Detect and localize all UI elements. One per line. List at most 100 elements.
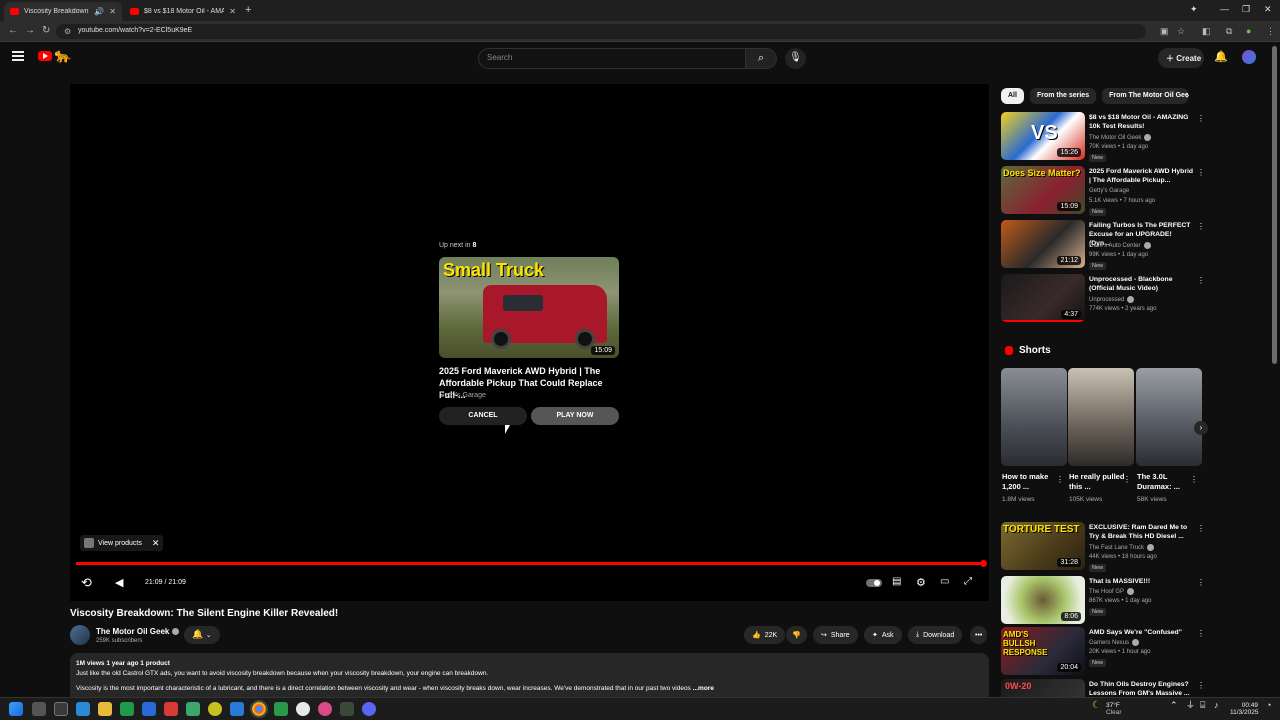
short-thumbnail[interactable] (1001, 368, 1067, 466)
notifications-bell-icon[interactable]: 🔔 (1214, 50, 1228, 63)
youtube-logo[interactable] (38, 51, 52, 61)
install-icon[interactable]: ▣ (1160, 26, 1169, 37)
browser-menu-icon[interactable]: ⋮ (1266, 26, 1275, 37)
app-icon[interactable] (142, 702, 156, 716)
app-icon[interactable] (164, 702, 178, 716)
dislike-button[interactable]: 👎 (786, 626, 807, 644)
app-icon[interactable] (186, 702, 200, 716)
tab-search-icon[interactable]: ✦ (1190, 4, 1198, 15)
page-scrollbar[interactable] (1272, 46, 1277, 364)
app-icon[interactable] (296, 702, 310, 716)
notification-icon[interactable]: ◔ (1266, 701, 1271, 710)
app-icon[interactable] (340, 702, 354, 716)
recommendation-item[interactable]: 8:06 That is MASSIVE!!! The Hoof GP 867K… (1001, 576, 1206, 626)
recommendation-item[interactable]: 4:37 Unprocessed - Blackbone (Official M… (1001, 274, 1206, 324)
account-avatar[interactable] (1242, 50, 1256, 64)
fullscreen-icon[interactable]: ⤢ (964, 576, 972, 587)
short-title[interactable]: He really pulled this ... (1069, 472, 1125, 492)
tab-close-icon[interactable]: ✕ (109, 7, 116, 16)
weather-widget[interactable]: 37°F Clear (1106, 702, 1122, 716)
app-icon[interactable] (274, 702, 288, 716)
search-icon[interactable]: ⌕ (745, 48, 777, 69)
next-video-thumbnail[interactable]: Small Truck 15:09 (439, 257, 619, 358)
restore-icon[interactable]: ❐ (1242, 4, 1250, 15)
task-view-icon[interactable] (32, 702, 46, 716)
more-vert-icon[interactable]: ⋮ (1197, 168, 1205, 177)
more-link[interactable]: ...more (693, 685, 714, 692)
settings-gear-icon[interactable]: ⚙ (916, 576, 926, 589)
chip-from-channel[interactable]: From The Motor Oil Geek (1102, 88, 1189, 104)
short-title[interactable]: The 3.0L Duramax: ... (1137, 472, 1193, 492)
short-thumbnail[interactable] (1136, 368, 1202, 466)
minimize-icon[interactable]: — (1220, 4, 1229, 14)
file-explorer-icon[interactable] (98, 702, 112, 716)
app-icon[interactable] (318, 702, 332, 716)
more-vert-icon[interactable]: ⋮ (1197, 114, 1205, 123)
short-thumbnail[interactable] (1068, 368, 1134, 466)
recommendation-item[interactable]: 21:12 Failing Turbos Is The PERFECT Excu… (1001, 220, 1206, 270)
download-button[interactable]: ⤓ Download (908, 626, 963, 644)
site-info-icon[interactable]: ⚙ (64, 27, 71, 36)
network-icon[interactable]: ⌸ (1200, 701, 1205, 710)
description-box[interactable]: 1M views 1 year ago 1 product Just like … (70, 653, 989, 703)
more-vert-icon[interactable]: ⋮ (1197, 276, 1205, 285)
app-icon[interactable] (208, 702, 222, 716)
like-button[interactable]: 👍 22K (744, 626, 786, 644)
youtube-doodle-logo[interactable]: 🐆 (54, 47, 86, 63)
extensions-icon[interactable]: ⧉ (1226, 26, 1232, 37)
chevron-right-icon[interactable]: › (1194, 421, 1208, 435)
more-vert-icon[interactable]: ⋮ (1197, 524, 1205, 533)
create-button[interactable]: ＋ Create (1158, 48, 1204, 68)
close-icon[interactable]: ✕ (152, 538, 160, 549)
usb-icon[interactable]: ⏚ (1186, 701, 1195, 710)
forward-icon[interactable]: → (25, 25, 35, 36)
more-vert-icon[interactable]: ⋮ (1197, 681, 1205, 690)
start-icon[interactable] (9, 702, 23, 716)
more-vert-icon[interactable]: ⋮ (1197, 629, 1205, 638)
more-vert-icon[interactable]: ⋮ (1056, 475, 1064, 484)
channel-name[interactable]: The Motor Oil Geek (96, 627, 180, 636)
recommendation-item[interactable]: VS 15:26 $8 vs $18 Motor Oil - AMAZING 1… (1001, 112, 1206, 162)
browser-tab[interactable]: $8 vs $18 Motor Oil - AMAZIN ✕ (124, 2, 242, 21)
short-title[interactable]: How to make 1,200 ... (1002, 472, 1058, 492)
new-tab-icon[interactable]: + (245, 4, 251, 16)
recommendation-item[interactable]: TORTURE TEST 31:28 EXCLUSIVE: Ram Dared … (1001, 522, 1206, 572)
recommendation-item[interactable]: Does Size Matter? 15:09 2025 Ford Maveri… (1001, 166, 1206, 216)
search-input[interactable]: Search (478, 48, 746, 69)
chevron-right-icon[interactable]: › (1186, 90, 1189, 101)
more-vert-icon[interactable]: ⋮ (1197, 578, 1205, 587)
autoplay-toggle[interactable] (866, 579, 882, 587)
speaker-icon[interactable]: ♪ (1214, 701, 1219, 710)
recommendation-item[interactable]: 0W-20 Do Thin Oils Destroy Engines? Less… (1001, 679, 1206, 697)
more-vert-icon[interactable]: ⋮ (1123, 475, 1131, 484)
ask-button[interactable]: ✦ Ask (864, 626, 902, 644)
channel-avatar[interactable] (70, 625, 90, 645)
edge-icon[interactable] (76, 702, 90, 716)
replay-icon[interactable]: ⟲ (81, 575, 92, 591)
profile-extension-icon[interactable]: ● (1246, 26, 1251, 36)
widgets-icon[interactable] (54, 702, 68, 716)
chrome-icon[interactable] (250, 700, 268, 718)
bookmark-star-icon[interactable]: ☆ (1177, 26, 1185, 37)
recommendation-item[interactable]: AMD'S BULLSH RESPONSE 20:04 AMD Says We'… (1001, 627, 1206, 677)
window-close-icon[interactable]: ✕ (1264, 4, 1272, 15)
menu-icon[interactable] (12, 51, 24, 61)
app-icon[interactable] (230, 702, 244, 716)
subscription-bell-button[interactable]: 🔔 ⌄ (184, 626, 220, 644)
play-now-button[interactable]: PLAY NOW (531, 407, 619, 425)
view-products-chip[interactable]: View products ✕ (80, 535, 164, 551)
volume-icon[interactable]: ◀ (115, 576, 123, 589)
progress-bar[interactable] (76, 562, 986, 565)
discord-icon[interactable] (362, 702, 376, 716)
app-icon[interactable] (120, 702, 134, 716)
tab-close-icon[interactable]: ✕ (229, 7, 236, 16)
back-icon[interactable]: ← (8, 25, 18, 36)
url-field[interactable]: youtube.com/watch?v=2-ECl5uK9eE (56, 24, 1146, 39)
progress-scrubber[interactable] (980, 560, 987, 567)
browser-tab-active[interactable]: Viscosity Breakdown: The S 🔊 ✕ (4, 2, 122, 21)
cancel-autoplay-button[interactable]: CANCEL (439, 407, 527, 425)
captions-icon[interactable]: ▤ (892, 576, 901, 587)
share-button[interactable]: ↪ Share (813, 626, 858, 644)
mic-icon[interactable]: 🎙 (785, 48, 806, 69)
chip-all[interactable]: All (1001, 88, 1024, 104)
